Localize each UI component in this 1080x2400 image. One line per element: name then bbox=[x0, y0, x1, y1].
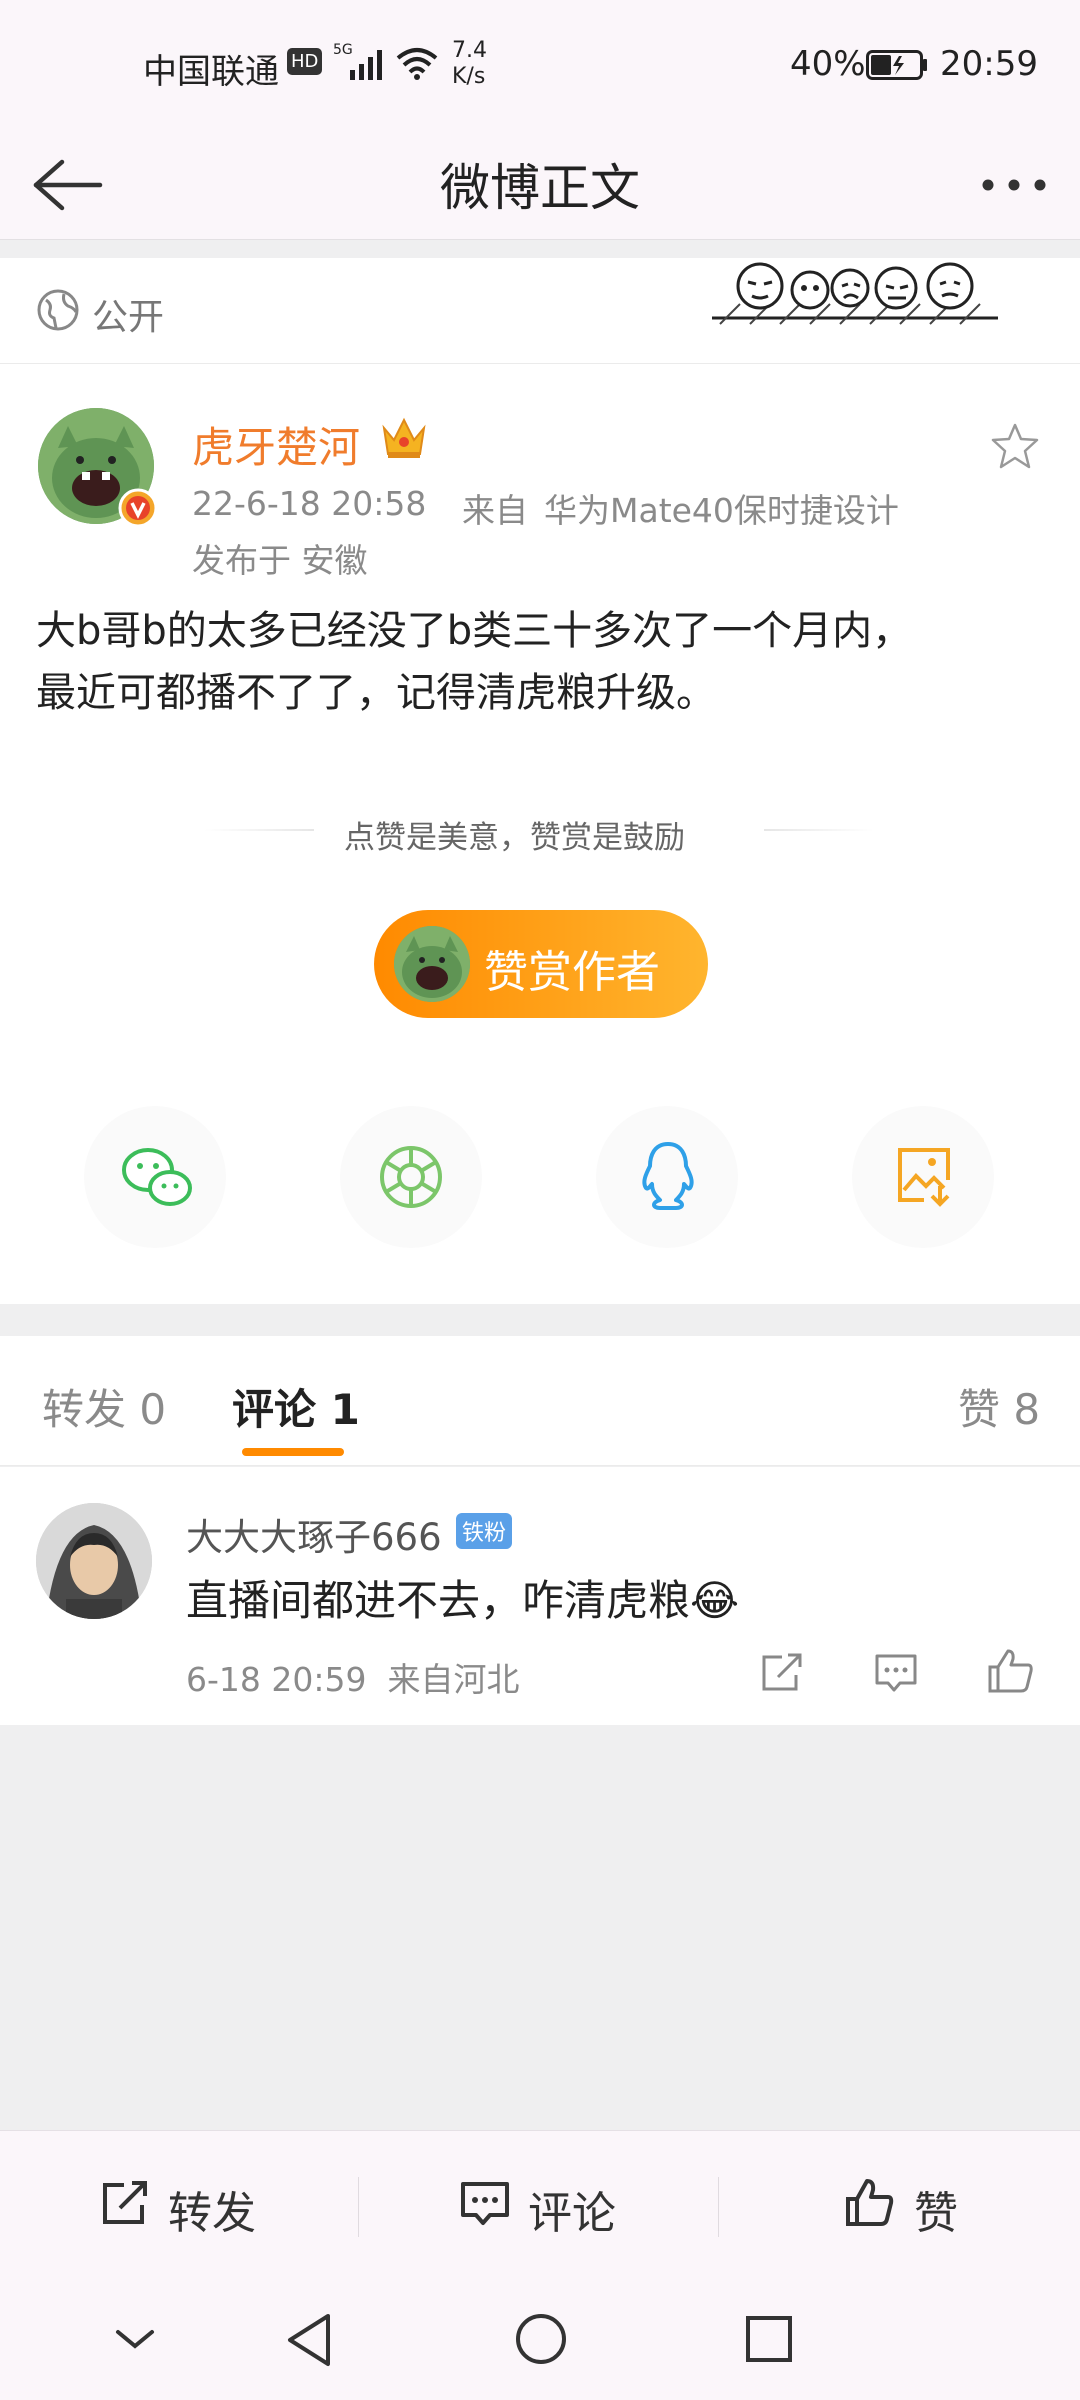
interaction-tabs: 转发 0 评论 1 赞 8 bbox=[0, 1336, 1080, 1466]
post-source-prefix: 来自 bbox=[462, 491, 528, 530]
reward-button-label: 赞赏作者 bbox=[484, 947, 660, 998]
battery-icon bbox=[866, 50, 928, 80]
star-favorite-icon[interactable] bbox=[990, 422, 1040, 470]
post-location: 发布于 安徽 bbox=[192, 541, 368, 580]
net-speed-value: 7.4 bbox=[452, 38, 487, 63]
crown-vip-icon bbox=[380, 414, 428, 460]
status-bar: 中国联通 HD 5G 7.4 K/s 40% 20:59 bbox=[0, 0, 1080, 130]
divider bbox=[718, 2177, 719, 2237]
battery-percent: 40% bbox=[790, 44, 866, 84]
more-dots-icon[interactable] bbox=[978, 170, 1050, 200]
page-title: 微博正文 bbox=[440, 159, 640, 217]
visibility-bar: 公开 bbox=[0, 258, 1080, 364]
navigation-bar: 微博正文 bbox=[0, 130, 1080, 240]
reward-author-button[interactable]: 赞赏作者 bbox=[374, 910, 708, 1018]
system-navigation-bar bbox=[0, 2284, 1080, 2400]
share-qq[interactable] bbox=[596, 1106, 738, 1248]
share-moments[interactable] bbox=[340, 1106, 482, 1248]
share-wechat[interactable] bbox=[84, 1106, 226, 1248]
author-name[interactable]: 虎牙楚河 bbox=[192, 414, 360, 475]
like-label: 赞 bbox=[914, 2188, 958, 2239]
tab-like[interactable]: 赞 8 bbox=[958, 1376, 1040, 1437]
commenter-avatar[interactable] bbox=[36, 1503, 152, 1619]
reply-comment-icon[interactable] bbox=[874, 1653, 918, 1693]
home-circle-icon[interactable] bbox=[514, 2312, 568, 2366]
repost-icon bbox=[100, 2179, 150, 2227]
like-button[interactable]: 赞 bbox=[844, 2171, 984, 2241]
wifi-icon bbox=[396, 46, 438, 80]
commenter-name[interactable]: 大大大琢子666 bbox=[186, 1507, 442, 1561]
post-content: 大b哥b的太多已经没了b类三十多次了一个月内， 最近可都播不了了，记得清虎粮升级… bbox=[36, 600, 1046, 724]
fan-badge: 铁粉 bbox=[456, 1513, 513, 1549]
verified-v-icon bbox=[118, 488, 158, 528]
back-triangle-icon[interactable] bbox=[284, 2312, 334, 2368]
net-speed-unit: K/s bbox=[452, 64, 486, 89]
repost-label: 转发 bbox=[168, 2188, 256, 2239]
comment-text: 直播间都进不去，咋清虎粮😂 bbox=[186, 1576, 740, 1625]
comment-item: 大大大琢子666 铁粉 直播间都进不去，咋清虎粮😂 6-18 20:59 来自河… bbox=[0, 1467, 1080, 1725]
qq-icon bbox=[638, 1140, 698, 1212]
divider bbox=[358, 2177, 359, 2237]
hd-badge: HD bbox=[287, 48, 323, 75]
post-timestamp: 22-6-18 20:58 bbox=[192, 484, 427, 523]
thumbs-up-icon[interactable] bbox=[986, 1647, 1034, 1693]
divider-line bbox=[204, 829, 314, 831]
reward-tip: 点赞是美意，赞赏是鼓励 bbox=[344, 820, 685, 856]
signal-icon bbox=[350, 50, 386, 80]
moments-icon bbox=[378, 1144, 444, 1210]
clock: 20:59 bbox=[940, 44, 1038, 84]
post-source-device[interactable]: 华为Mate40保时捷设计 bbox=[544, 484, 899, 532]
bottom-action-bar: 转发 评论 赞 bbox=[0, 2130, 1080, 2284]
wechat-icon bbox=[120, 1146, 194, 1210]
recents-square-icon[interactable] bbox=[744, 2314, 794, 2364]
comment-meta: 6-18 20:59 来自河北 bbox=[186, 1660, 520, 1699]
thumbs-up-icon bbox=[844, 2177, 894, 2227]
post-card: 虎牙楚河 22-6-18 20:58 来自 华为Mate40保时捷设计 发布于 … bbox=[0, 364, 1080, 1304]
chevron-down-icon[interactable] bbox=[114, 2326, 156, 2352]
reward-pig-avatar bbox=[394, 926, 470, 1002]
post-content-line: 最近可都播不了了，记得清虎粮升级。 bbox=[36, 670, 716, 716]
repost-button[interactable]: 转发 bbox=[100, 2171, 300, 2241]
carrier-name: 中国联通 bbox=[143, 52, 279, 92]
comment-label: 评论 bbox=[528, 2188, 616, 2239]
divider-line bbox=[764, 829, 874, 831]
comment-icon bbox=[460, 2181, 510, 2227]
post-content-line: 大b哥b的太多已经没了b类三十多次了一个月内， bbox=[36, 608, 913, 654]
visibility-label: 公开 bbox=[92, 297, 165, 338]
share-save-image[interactable] bbox=[852, 1106, 994, 1248]
tab-repost[interactable]: 转发 0 bbox=[42, 1376, 166, 1437]
save-image-icon bbox=[894, 1146, 956, 1208]
comment-button[interactable]: 评论 bbox=[460, 2171, 660, 2241]
active-tab-indicator bbox=[242, 1448, 344, 1456]
tab-comment[interactable]: 评论 1 bbox=[232, 1376, 360, 1437]
meme-faces-sticker bbox=[710, 258, 1000, 330]
repost-comment-icon[interactable] bbox=[760, 1653, 804, 1693]
globe-icon bbox=[36, 288, 80, 332]
